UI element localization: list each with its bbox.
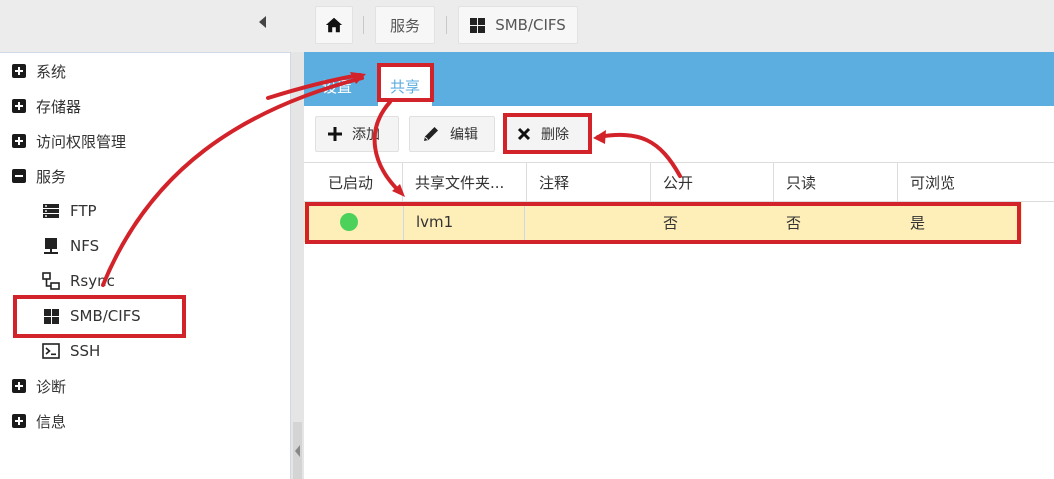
column-header-browsable[interactable]: 可浏览 xyxy=(898,163,1054,201)
collapse-icon[interactable] xyxy=(12,169,26,183)
expand-icon[interactable] xyxy=(12,99,26,113)
sidebar-item-label: Rsync xyxy=(70,272,115,290)
annotation-box-share-tab xyxy=(377,63,434,102)
sidebar-splitter[interactable] xyxy=(291,52,304,479)
sidebar-item-label: 诊断 xyxy=(36,377,67,396)
edit-button-label: 编辑 xyxy=(450,127,478,143)
annotation-box-share-row xyxy=(305,202,1021,244)
add-button-label: 添加 xyxy=(352,127,380,143)
breadcrumb-separator xyxy=(446,16,447,34)
sidebar-item-system[interactable]: 系统 xyxy=(12,56,66,86)
sidebar-item-label: 信息 xyxy=(36,412,67,431)
main-panel: 设置 共享 添加 编辑 删除 已启动 共享文件夹... 注释 公开 只读 可浏览… xyxy=(304,52,1054,479)
sidebar-item-label: NFS xyxy=(70,237,100,255)
column-header-read-only[interactable]: 只读 xyxy=(774,163,898,201)
sidebar-item-label: FTP xyxy=(70,202,97,220)
sidebar-item-label: 存储器 xyxy=(36,97,82,116)
breadcrumb-services-label: 服务 xyxy=(389,16,420,35)
toolbar: 添加 编辑 删除 xyxy=(304,106,1054,162)
terminal-icon xyxy=(42,342,60,360)
column-header-comment[interactable]: 注释 xyxy=(527,163,651,201)
expand-icon[interactable] xyxy=(12,414,26,428)
home-icon xyxy=(325,17,343,33)
sidebar-item-services[interactable]: 服务 xyxy=(12,161,66,191)
pencil-icon xyxy=(424,127,438,141)
breadcrumb-home-button[interactable] xyxy=(315,6,353,44)
top-bar: 服务 SMB/CIFS xyxy=(0,0,1054,52)
collapse-sidebar-icon[interactable] xyxy=(259,16,266,28)
column-header-enabled[interactable]: 已启动 xyxy=(304,163,403,201)
edit-button[interactable]: 编辑 xyxy=(409,116,495,152)
splitter-handle[interactable] xyxy=(293,422,302,479)
annotation-box-delete xyxy=(503,113,592,154)
breadcrumb-separator xyxy=(363,16,364,34)
sidebar-item-access-rights[interactable]: 访问权限管理 xyxy=(12,126,126,156)
sidebar-item-ssh[interactable]: SSH xyxy=(42,336,100,366)
sidebar-item-ftp[interactable]: FTP xyxy=(42,196,97,226)
server-icon xyxy=(42,202,60,220)
grid-header: 已启动 共享文件夹... 注释 公开 只读 可浏览 xyxy=(304,162,1054,202)
add-button[interactable]: 添加 xyxy=(315,116,399,152)
tab-settings[interactable]: 设置 xyxy=(322,76,352,97)
monitor-icon xyxy=(42,237,60,255)
expand-icon[interactable] xyxy=(12,379,26,393)
sidebar-item-diagnostics[interactable]: 诊断 xyxy=(12,371,66,401)
windows-icon xyxy=(470,17,486,33)
collapse-arrow-icon xyxy=(295,445,300,457)
column-header-public[interactable]: 公开 xyxy=(651,163,774,201)
network-icon xyxy=(42,272,60,290)
plus-icon xyxy=(328,127,342,141)
sidebar-item-label: 服务 xyxy=(36,167,67,186)
sidebar-item-label: 系统 xyxy=(36,62,67,81)
breadcrumb-smb-cifs[interactable]: SMB/CIFS xyxy=(458,6,578,44)
expand-icon[interactable] xyxy=(12,134,26,148)
expand-icon[interactable] xyxy=(12,64,26,78)
column-header-shared-folder[interactable]: 共享文件夹... xyxy=(403,163,527,201)
sidebar-item-information[interactable]: 信息 xyxy=(12,406,66,436)
navigation-sidebar: 系统 存储器 访问权限管理 服务 FTP NFS Rsync SMB/CIFS … xyxy=(0,52,291,479)
sidebar-item-nfs[interactable]: NFS xyxy=(42,231,99,261)
breadcrumb-smb-label: SMB/CIFS xyxy=(495,16,566,34)
sidebar-item-label: 访问权限管理 xyxy=(36,132,127,151)
sidebar-item-storage[interactable]: 存储器 xyxy=(12,91,81,121)
sidebar-item-label: SSH xyxy=(70,342,101,360)
breadcrumb-services[interactable]: 服务 xyxy=(375,6,435,44)
annotation-box-smb-cifs xyxy=(13,295,186,338)
sidebar-item-rsync[interactable]: Rsync xyxy=(42,266,115,296)
